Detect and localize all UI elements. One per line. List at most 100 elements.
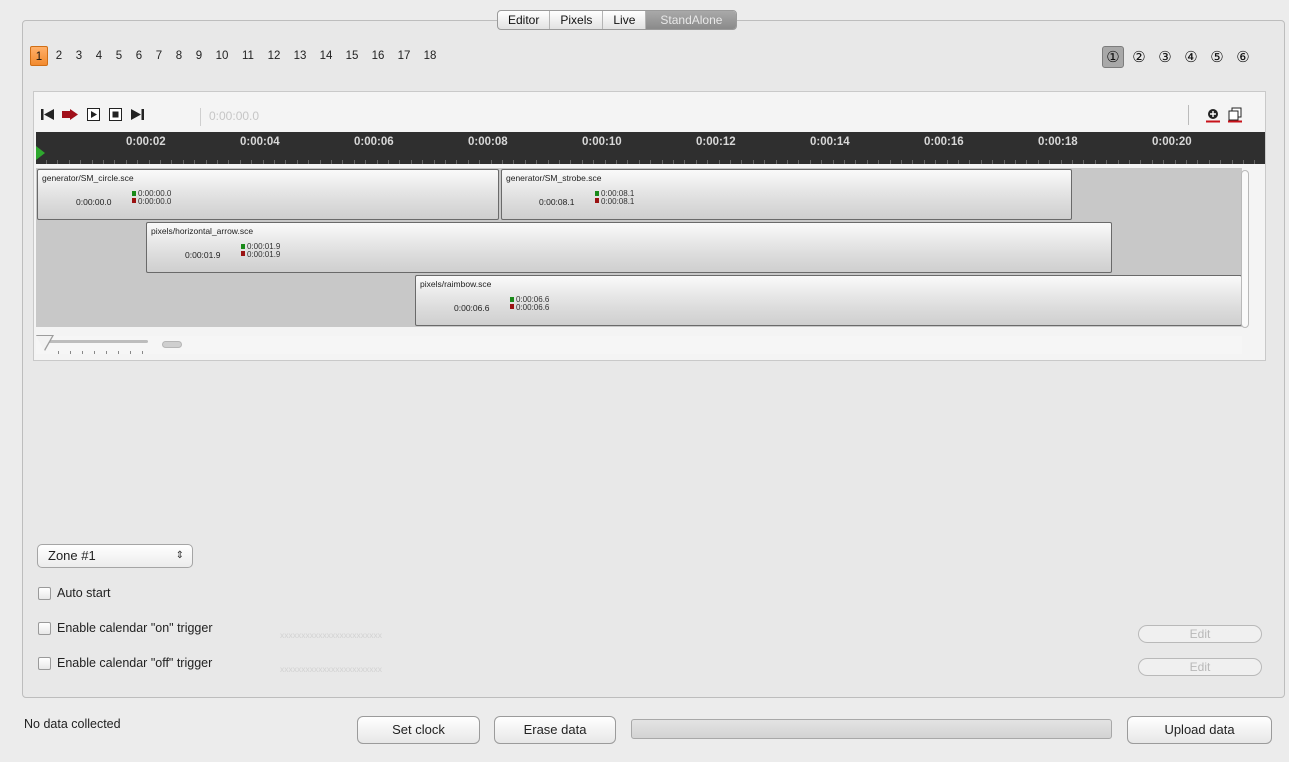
ruler-tick bbox=[445, 160, 446, 164]
record-play-icon[interactable] bbox=[62, 108, 78, 121]
zone-dropdown[interactable]: Zone #1 ⇕ bbox=[37, 544, 193, 568]
ruler-tick-label: 0:00:04 bbox=[240, 136, 280, 148]
ruler-tick bbox=[958, 160, 959, 164]
zone-button-6[interactable]: ⑥ bbox=[1232, 46, 1254, 68]
page-button-18[interactable]: 18 bbox=[418, 46, 442, 66]
clip-name: pixels/horizontal_arrow.sce bbox=[151, 226, 254, 236]
zone-button-5[interactable]: ⑤ bbox=[1206, 46, 1228, 68]
playhead-marker[interactable] bbox=[36, 146, 45, 160]
ruler-tick bbox=[399, 160, 400, 164]
page-button-4[interactable]: 4 bbox=[90, 46, 108, 66]
calendar-off-checkbox[interactable] bbox=[38, 656, 51, 670]
calendar-off-option: Enable calendar "off" trigger bbox=[38, 656, 212, 670]
page-button-9[interactable]: 9 bbox=[190, 46, 208, 66]
ruler-tick bbox=[297, 160, 298, 164]
duplicate-clip-icon[interactable] bbox=[1227, 107, 1243, 123]
clip-horizontal-arrow[interactable]: pixels/horizontal_arrow.sce 0:00:01.9 0:… bbox=[146, 222, 1112, 273]
toolbar-divider bbox=[1188, 105, 1189, 125]
ruler-tick bbox=[354, 160, 355, 164]
ruler-tick bbox=[183, 160, 184, 164]
page-button-14[interactable]: 14 bbox=[314, 46, 338, 66]
ruler-tick bbox=[320, 160, 321, 164]
ruler-tick bbox=[605, 160, 606, 164]
zone-button-1[interactable]: ① bbox=[1102, 46, 1124, 68]
ruler-tick bbox=[1140, 160, 1141, 164]
clip-start-time: 0:00:01.9 bbox=[185, 250, 221, 260]
calendar-off-edit-button[interactable]: Edit bbox=[1138, 658, 1262, 676]
page-button-13[interactable]: 13 bbox=[288, 46, 312, 66]
ruler-tick bbox=[1095, 160, 1096, 164]
page-button-5[interactable]: 5 bbox=[110, 46, 128, 66]
page-button-7[interactable]: 7 bbox=[150, 46, 168, 66]
page-button-3[interactable]: 3 bbox=[70, 46, 88, 66]
clip-start-time: 0:00:08.1 bbox=[539, 197, 575, 207]
ruler-tick bbox=[844, 160, 845, 164]
timeline-panel: 0:00:00.0 0:00:02 0:00:04 0:00:06 0:00:08 0:… bbox=[33, 91, 1266, 361]
page-button-11[interactable]: 11 bbox=[236, 46, 260, 66]
ruler-tick bbox=[468, 160, 469, 164]
ruler-tick bbox=[1175, 160, 1176, 164]
skip-to-start-icon[interactable] bbox=[40, 108, 54, 121]
zone-selector: ①②③④⑤⑥ bbox=[1102, 46, 1258, 68]
ruler-tick bbox=[536, 160, 537, 164]
page-button-6[interactable]: 6 bbox=[130, 46, 148, 66]
ruler-tick bbox=[263, 160, 264, 164]
zoom-slider-track[interactable] bbox=[40, 340, 148, 343]
clip-in-out-times: 0:00:00.0 0:00:00.0 bbox=[138, 189, 172, 206]
calendar-on-checkbox[interactable] bbox=[38, 621, 51, 635]
clip-raimbow[interactable]: pixels/raimbow.sce 0:00:06.6 0:00:06.6 0:… bbox=[415, 275, 1242, 326]
add-clip-icon[interactable] bbox=[1205, 107, 1221, 123]
erase-data-button[interactable]: Erase data bbox=[494, 716, 616, 744]
calendar-on-value: xxxxxxxxxxxxxxxxxxxxxxxx bbox=[280, 630, 382, 640]
track-row: pixels/raimbow.sce 0:00:06.6 0:00:06.6 0:… bbox=[36, 274, 1242, 327]
ruler-tick bbox=[160, 160, 161, 164]
ruler-tick bbox=[1026, 160, 1027, 164]
vertical-scrollbar[interactable] bbox=[1241, 170, 1249, 328]
clip-sm-strobe[interactable]: generator/SM_strobe.sce 0:00:08.1 0:00:0… bbox=[501, 169, 1072, 220]
ruler-tick bbox=[1072, 160, 1073, 164]
stop-icon[interactable] bbox=[108, 108, 122, 121]
tab-editor[interactable]: Editor bbox=[498, 11, 551, 29]
zone-button-2[interactable]: ② bbox=[1128, 46, 1150, 68]
page-button-15[interactable]: 15 bbox=[340, 46, 364, 66]
page-button-17[interactable]: 17 bbox=[392, 46, 416, 66]
auto-start-option: Auto start bbox=[38, 586, 111, 600]
play-icon[interactable] bbox=[86, 108, 100, 121]
skip-to-end-icon[interactable] bbox=[130, 108, 144, 121]
page-button-16[interactable]: 16 bbox=[366, 46, 390, 66]
page-button-1[interactable]: 1 bbox=[30, 46, 48, 66]
ruler-tick bbox=[662, 160, 663, 164]
ruler-tick bbox=[627, 160, 628, 164]
current-time-display: 0:00:00.0 bbox=[200, 108, 259, 126]
page-button-8[interactable]: 8 bbox=[170, 46, 188, 66]
ruler-tick bbox=[696, 160, 697, 164]
ruler-tick bbox=[1232, 160, 1233, 164]
ruler-tick bbox=[730, 160, 731, 164]
zone-button-4[interactable]: ④ bbox=[1180, 46, 1202, 68]
ruler-tick bbox=[525, 160, 526, 164]
page-button-2[interactable]: 2 bbox=[50, 46, 68, 66]
zone-button-3[interactable]: ③ bbox=[1154, 46, 1176, 68]
page-button-10[interactable]: 10 bbox=[210, 46, 234, 66]
tab-standalone[interactable]: StandAlone bbox=[646, 11, 737, 29]
zoom-slider-ticks bbox=[58, 351, 148, 354]
zoom-slider-thumb-face[interactable] bbox=[36, 336, 52, 350]
horizontal-scrollbar-thumb[interactable] bbox=[162, 341, 182, 348]
ruler-tick bbox=[46, 160, 47, 164]
clip-sm-circle[interactable]: generator/SM_circle.sce 0:00:00.0 0:00:0… bbox=[37, 169, 499, 220]
ruler-tick bbox=[92, 160, 93, 164]
ruler-tick bbox=[251, 160, 252, 164]
upload-data-button[interactable]: Upload data bbox=[1127, 716, 1272, 744]
ruler-tick bbox=[776, 160, 777, 164]
ruler-tick bbox=[1163, 160, 1164, 164]
set-clock-button[interactable]: Set clock bbox=[357, 716, 480, 744]
auto-start-checkbox[interactable] bbox=[38, 586, 51, 600]
calendar-on-edit-button[interactable]: Edit bbox=[1138, 625, 1262, 643]
ruler-tick bbox=[639, 160, 640, 164]
tab-pixels[interactable]: Pixels bbox=[550, 11, 604, 29]
page-button-12[interactable]: 12 bbox=[262, 46, 286, 66]
ruler-tick bbox=[753, 160, 754, 164]
tab-live[interactable]: Live bbox=[603, 11, 647, 29]
time-ruler[interactable]: 0:00:02 0:00:04 0:00:06 0:00:08 0:00:10 0:00:… bbox=[36, 132, 1265, 164]
ruler-tick bbox=[1197, 160, 1198, 164]
